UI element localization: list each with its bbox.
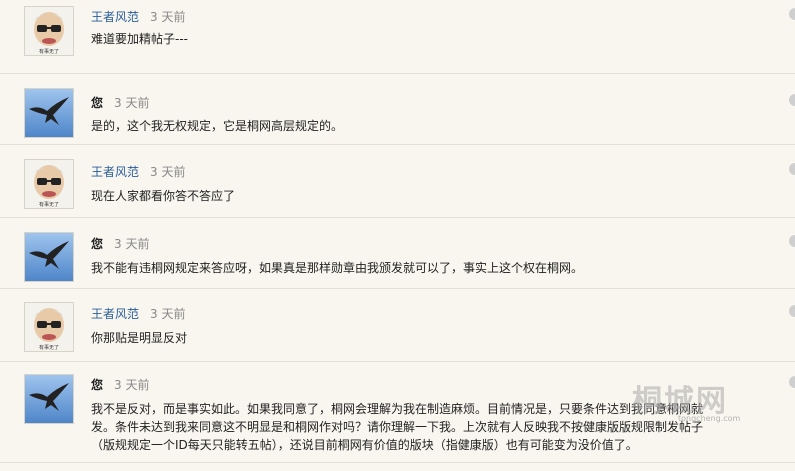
scroll-marker-icon [789, 376, 795, 388]
eagle-icon [25, 89, 73, 137]
username: 您 [91, 378, 104, 392]
username[interactable]: 王者风范 [91, 305, 139, 322]
scroll-marker-icon [789, 94, 795, 106]
message-text: 你那贴是明显反对 [91, 331, 188, 345]
scroll-marker-icon [789, 235, 795, 247]
timestamp: 3 天前 [150, 307, 186, 321]
scroll-marker-icon [789, 8, 795, 20]
message-list: 有事无了 王者风范 3 天前 难道要加精帖子--- 您 3 天前 是的，这个我无… [0, 0, 795, 471]
username[interactable]: 王者风范 [91, 163, 139, 180]
username: 您 [91, 96, 104, 110]
avatar[interactable] [24, 374, 74, 424]
eagle-icon [25, 375, 73, 423]
message-text: 现在人家都看你答不答应了 [91, 189, 236, 203]
avatar[interactable]: 有事无了 [24, 302, 74, 352]
list-item: 您 3 天前 我不能有违桐网规定来答应呀，如果真是那样勋章由我颁发就可以了，事实… [0, 218, 795, 289]
avatar[interactable]: 有事无了 [24, 6, 74, 56]
list-item: 有事无了 王者风范 3 天前 你那贴是明显反对 [0, 289, 795, 362]
scroll-marker-icon [789, 163, 795, 175]
message-text: 是的，这个我无权规定，它是桐网高层规定的。 [91, 119, 344, 133]
timestamp: 3 天前 [114, 237, 150, 251]
list-item: 有事无了 王者风范 3 天前 现在人家都看你答不答应了 [0, 145, 795, 218]
avatar[interactable]: 有事无了 [24, 159, 74, 209]
message-text: 我不能有违桐网规定来答应呀，如果真是那样勋章由我颁发就可以了，事实上这个权在桐网… [91, 261, 584, 275]
username[interactable]: 王者风范 [91, 8, 139, 25]
cartoon-face-icon: 有事无了 [25, 7, 73, 55]
message-text: 难道要加精帖子--- [91, 32, 188, 46]
timestamp: 3 天前 [114, 378, 150, 392]
scroll-marker-icon [789, 305, 795, 317]
timestamp: 3 天前 [114, 96, 150, 110]
watermark-url: tongcheng.com [678, 414, 741, 423]
svg-text:有事无了: 有事无了 [39, 201, 59, 208]
username: 您 [91, 237, 104, 251]
cartoon-face-icon: 有事无了 [25, 160, 73, 208]
eagle-icon [25, 233, 73, 281]
cartoon-face-icon: 有事无了 [25, 303, 73, 351]
list-item: 您 3 天前 是的，这个我无权规定，它是桐网高层规定的。 [0, 74, 795, 145]
message-line: （版规规定一个ID每天只能转五帖），还说目前桐网有价值的版块（指健康版）也有可能… [91, 438, 638, 452]
timestamp: 3 天前 [150, 10, 186, 24]
svg-text:有事无了: 有事无了 [39, 48, 59, 55]
list-item: 有事无了 王者风范 3 天前 难道要加精帖子--- [0, 0, 795, 74]
svg-text:有事无了: 有事无了 [39, 344, 59, 351]
avatar[interactable] [24, 232, 74, 282]
timestamp: 3 天前 [150, 165, 186, 179]
avatar[interactable] [24, 88, 74, 138]
list-item [0, 463, 795, 471]
